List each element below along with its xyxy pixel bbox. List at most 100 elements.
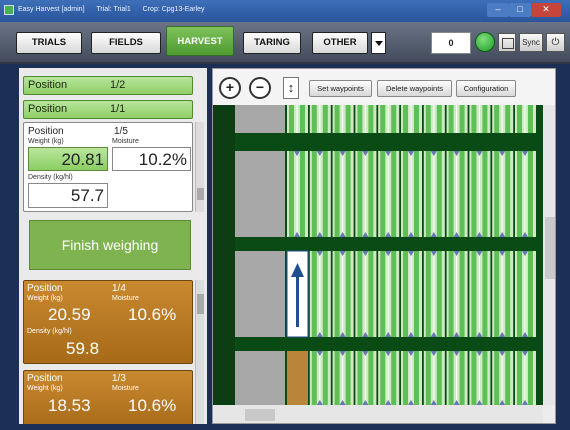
window-title: Easy Harvest [admin] Trial: Trial1 Crop:… xyxy=(18,6,215,13)
scrollbar-thumb[interactable] xyxy=(245,409,275,421)
maximize-button[interactable]: □ xyxy=(509,3,531,17)
moisture-value: 10.6% xyxy=(128,396,177,415)
gray-block xyxy=(235,351,285,405)
active-card-scrollbar[interactable] xyxy=(195,122,204,212)
plot-stripe xyxy=(494,151,500,237)
tab-trials[interactable]: TRIALS xyxy=(16,32,82,54)
tab-taring[interactable]: TARING xyxy=(243,32,301,54)
map-vertical-scrollbar[interactable] xyxy=(543,105,555,405)
other-dropdown-button[interactable] xyxy=(371,32,386,54)
plot-stripe xyxy=(403,351,408,405)
plot-stripe xyxy=(345,105,351,133)
plot-stripe xyxy=(289,151,294,237)
finish-weighing-button[interactable]: Finish weighing xyxy=(29,220,191,270)
title-bar: Easy Harvest [admin] Trial: Trial1 Crop:… xyxy=(0,0,570,22)
plot-stripe xyxy=(425,351,431,405)
plot-stripe xyxy=(311,351,317,405)
plot-stripe xyxy=(380,151,386,237)
weight-value[interactable]: 20.81 xyxy=(28,147,108,171)
density-label: Density (kg/hl) xyxy=(27,328,72,335)
plot-stripe xyxy=(482,251,488,337)
delete-waypoints-button[interactable]: Delete waypoints xyxy=(377,80,452,97)
position-done-2[interactable]: Position 1/1 xyxy=(23,100,193,119)
close-button[interactable]: ✕ xyxy=(531,3,561,17)
map-horizontal-scrollbar[interactable] xyxy=(213,405,543,423)
weight-label: Weight (kg) xyxy=(27,385,63,392)
weight-label: Weight (kg) xyxy=(27,295,63,302)
tab-other[interactable]: OTHER xyxy=(312,32,368,54)
plot-stripe xyxy=(322,251,328,337)
plot-stripe xyxy=(345,151,351,237)
plot-stripe xyxy=(448,151,454,237)
moisture-label: Moisture xyxy=(112,385,139,392)
plot-stripe xyxy=(391,151,397,237)
active-position-card[interactable]: Position 1/5 Weight (kg) Moisture 20.81 … xyxy=(23,122,193,212)
window-title-app: Easy Harvest [admin] xyxy=(18,6,85,13)
moisture-value[interactable]: 10.2% xyxy=(112,147,191,171)
plot-stripe xyxy=(380,351,386,405)
position-done-1[interactable]: Position 1/2 xyxy=(23,76,193,95)
plot-stripe xyxy=(368,251,374,337)
zoom-out-icon[interactable]: − xyxy=(249,77,271,99)
minimize-button[interactable]: – xyxy=(487,3,509,17)
zoom-in-icon[interactable]: + xyxy=(219,77,241,99)
plot-stripe xyxy=(436,251,442,337)
plot-stripe xyxy=(368,151,374,237)
vertical-arrows-icon[interactable]: ↕ xyxy=(283,77,299,99)
tram-plot xyxy=(287,351,308,405)
plot-stripe xyxy=(391,251,397,337)
position-number: 1/1 xyxy=(110,103,126,115)
pending-list-scrollbar[interactable] xyxy=(195,280,204,424)
counter-display: 0 xyxy=(431,32,471,54)
position-label: Position xyxy=(28,126,64,137)
plot-stripe xyxy=(403,251,408,337)
position-pending-2[interactable]: Position 1/3 Weight (kg) Moisture 18.53 … xyxy=(23,370,193,424)
plot-stripe xyxy=(311,151,317,237)
plot-stripe xyxy=(482,351,488,405)
field-map[interactable] xyxy=(213,105,543,405)
position-number: 1/2 xyxy=(110,79,126,91)
scrollbar-thumb[interactable] xyxy=(545,217,555,279)
configuration-button[interactable]: Configuration xyxy=(456,80,516,97)
plot-stripe xyxy=(482,151,488,237)
plot-stripe xyxy=(436,105,442,133)
plot-stripe xyxy=(517,351,522,405)
plot-stripe xyxy=(414,105,419,133)
plot-stripe xyxy=(357,351,363,405)
weight-label: Weight (kg) xyxy=(28,138,64,145)
gray-block xyxy=(235,251,285,337)
plot-stripe xyxy=(471,351,477,405)
plot-stripe xyxy=(425,151,431,237)
gray-block xyxy=(235,151,285,237)
plot-stripe xyxy=(425,251,431,337)
power-icon[interactable]: ⏻ xyxy=(546,33,565,52)
plot-stripe xyxy=(528,351,533,405)
plot-stripe xyxy=(448,105,454,133)
position-number: 1/3 xyxy=(112,373,126,384)
scrollbar-thumb[interactable] xyxy=(197,188,204,200)
plot-stripe xyxy=(517,151,522,237)
set-waypoints-button[interactable]: Set waypoints xyxy=(309,80,372,97)
plot-stripe xyxy=(505,105,511,133)
scrollbar-thumb[interactable] xyxy=(197,294,204,314)
density-value[interactable]: 57.7 xyxy=(28,183,108,208)
plot-stripe xyxy=(414,351,419,405)
position-number: 1/5 xyxy=(114,126,128,137)
sync-button[interactable]: Sync xyxy=(519,33,543,52)
plot-stripe xyxy=(380,105,386,133)
plot-stripe xyxy=(528,151,533,237)
calculator-icon[interactable] xyxy=(498,33,516,52)
plot-stripe xyxy=(311,105,317,133)
plot-stripe xyxy=(436,151,442,237)
plot-stripe xyxy=(471,105,477,133)
plot-stripe xyxy=(322,351,328,405)
plot-stripe xyxy=(517,251,522,337)
moisture-value: 10.6% xyxy=(128,305,177,324)
plot-stripe xyxy=(334,351,340,405)
tab-fields[interactable]: FIELDS xyxy=(91,32,161,54)
moisture-label: Moisture xyxy=(112,295,139,302)
plot-stripe xyxy=(528,105,533,133)
tab-harvest[interactable]: HARVEST xyxy=(166,26,234,56)
plot-stripe xyxy=(448,251,454,337)
position-pending-1[interactable]: Position 1/4 Weight (kg) Moisture 20.59 … xyxy=(23,280,193,364)
